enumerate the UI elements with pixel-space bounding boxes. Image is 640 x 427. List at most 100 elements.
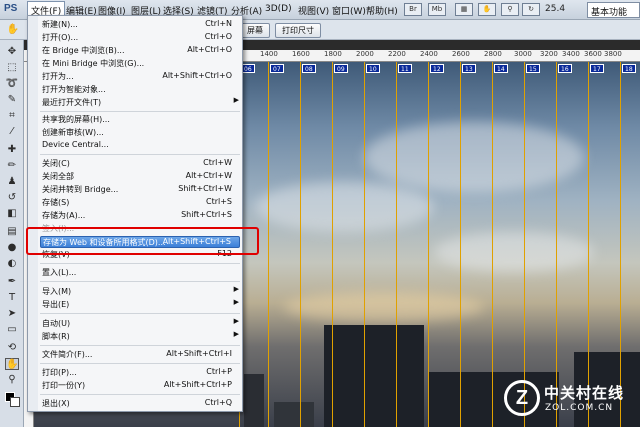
slice-label: 17 <box>590 64 604 73</box>
menu-item-device-central[interactable]: Device Central... <box>40 140 240 152</box>
lasso-tool-icon[interactable]: ➰ <box>5 78 19 90</box>
submenu-arrow-icon: ▶ <box>233 330 239 338</box>
eyedropper-icon[interactable]: ⁄ <box>5 126 19 138</box>
quick-select-icon[interactable]: ✎ <box>5 94 19 106</box>
menu-help[interactable]: 帮助(H) <box>366 4 398 17</box>
menu-view[interactable]: 视图(V) <box>298 4 329 17</box>
photoshop-logo: PS <box>4 3 18 14</box>
ruler-label: 3600 <box>584 50 602 58</box>
menu-item-browse-mini-bridge[interactable]: 在 Mini Bridge 中浏览(G)... <box>40 58 240 70</box>
menu-item-new[interactable]: 新建(N)... Ctrl+N <box>40 19 240 31</box>
crop-tool-icon[interactable]: ⌗ <box>5 110 19 122</box>
watermark-en: ZOL.COM.CN <box>545 403 614 413</box>
zol-watermark: Z 中关村在线 ZOL.COM.CN <box>500 378 635 424</box>
blur-tool-icon[interactable]: ● <box>5 242 19 254</box>
slice-label: 18 <box>622 64 636 73</box>
menu-item-close-go-bridge[interactable]: 关闭并转到 Bridge... Shift+Ctrl+W <box>40 184 240 196</box>
submenu-arrow-icon: ▶ <box>233 298 239 306</box>
slice-label: 16 <box>558 64 572 73</box>
ruler-label: 2600 <box>452 50 470 58</box>
slice-label: 06 <box>241 64 255 73</box>
ruler-label: 2200 <box>388 50 406 58</box>
menu-item-save-as[interactable]: 存储为(A)... Shift+Ctrl+S <box>40 210 240 222</box>
arrange-icon[interactable]: ▦ <box>455 3 473 16</box>
menu-item-automate[interactable]: 自动(U) ▶ <box>40 317 240 330</box>
ruler-label: 2000 <box>356 50 374 58</box>
slice-label: 11 <box>398 64 412 73</box>
ruler-label: 3000 <box>514 50 532 58</box>
highlight-annotation-box <box>26 227 259 255</box>
pen-tool-icon[interactable]: ✒ <box>5 276 19 288</box>
menu-item-import[interactable]: 导入(M) ▶ <box>40 285 240 298</box>
menu-item-recent-files[interactable]: 最近打开文件(T) ▶ <box>40 96 240 109</box>
workspace-switcher[interactable]: 基本功能 <box>587 2 640 18</box>
tools-panel: ✥ ⬚ ➰ ✎ ⌗ ⁄ ✚ ✏ ♟ ↺ ◧ ▤ ● ◐ ✒ T ➤ ▭ ⟲ ✋ … <box>0 40 24 427</box>
fit-screen-button[interactable]: 屏幕 <box>240 23 270 38</box>
menu-item-create-review[interactable]: 创建新审核(W)... <box>40 127 240 139</box>
hand-tool-icon: ✋ <box>6 24 20 35</box>
slice-label: 12 <box>430 64 444 73</box>
submenu-arrow-icon: ▶ <box>233 285 239 293</box>
menu-item-print[interactable]: 打印(P)... Ctrl+P <box>40 367 240 379</box>
ruler-label: 3800 <box>604 50 622 58</box>
hand-tool-active-icon[interactable]: ✋ <box>5 358 19 370</box>
bridge-icon[interactable]: Br <box>404 3 422 16</box>
brush-tool-icon[interactable]: ✏ <box>5 160 19 172</box>
menu-item-print-one-copy[interactable]: 打印一份(Y) Alt+Shift+Ctrl+P <box>40 380 240 392</box>
ruler-label: 2400 <box>420 50 438 58</box>
watermark-cn: 中关村在线 <box>544 384 625 402</box>
ruler-label: 3400 <box>562 50 580 58</box>
slice-label: 09 <box>334 64 348 73</box>
path-select-icon[interactable]: ➤ <box>5 308 19 320</box>
menu-item-open-as[interactable]: 打开为... Alt+Shift+Ctrl+O <box>40 71 240 83</box>
zoom-level[interactable]: 25.4 <box>545 4 565 14</box>
menu-window[interactable]: 窗口(W) <box>332 4 366 17</box>
slice-label: 07 <box>270 64 284 73</box>
rotate-icon[interactable]: ↻ <box>522 3 540 16</box>
move-tool-icon[interactable]: ✥ <box>5 46 19 58</box>
dodge-tool-icon[interactable]: ◐ <box>5 258 19 270</box>
hand-icon[interactable]: ✋ <box>478 3 496 16</box>
mini-bridge-icon[interactable]: Mb <box>428 3 446 16</box>
print-size-button[interactable]: 打印尺寸 <box>275 23 321 38</box>
slice-label: 14 <box>494 64 508 73</box>
ruler-label: 1400 <box>260 50 278 58</box>
healing-brush-icon[interactable]: ✚ <box>5 144 19 156</box>
marquee-tool-icon[interactable]: ⬚ <box>5 62 19 74</box>
submenu-arrow-icon: ▶ <box>233 317 239 325</box>
menu-item-close[interactable]: 关闭(C) Ctrl+W <box>40 158 240 170</box>
ruler-label: 1600 <box>292 50 310 58</box>
menu-item-place[interactable]: 置入(L)... <box>40 267 240 279</box>
type-tool-icon[interactable]: T <box>5 292 19 304</box>
menu-item-share-screen[interactable]: 共享我的屏幕(H)... <box>40 114 240 126</box>
menu-item-scripts[interactable]: 脚本(R) ▶ <box>40 330 240 343</box>
menu-3d[interactable]: 3D(D) <box>265 4 292 14</box>
background-color-swatch[interactable] <box>10 397 20 407</box>
menu-item-exit[interactable]: 退出(X) Ctrl+Q <box>40 398 240 410</box>
stamp-tool-icon[interactable]: ♟ <box>5 176 19 188</box>
menu-item-save[interactable]: 存储(S) Ctrl+S <box>40 197 240 209</box>
ruler-label: 2800 <box>484 50 502 58</box>
slice-label: 15 <box>526 64 540 73</box>
menu-item-browse-bridge[interactable]: 在 Bridge 中浏览(B)... Alt+Ctrl+O <box>40 45 240 57</box>
menu-item-close-all[interactable]: 关闭全部 Alt+Ctrl+W <box>40 171 240 183</box>
menu-item-open-as-smart-object[interactable]: 打开为智能对象... <box>40 84 240 96</box>
menu-item-file-info[interactable]: 文件简介(F)... Alt+Shift+Ctrl+I <box>40 349 240 361</box>
gradient-tool-icon[interactable]: ▤ <box>5 226 19 238</box>
ruler-label: 1800 <box>324 50 342 58</box>
zol-logo-icon: Z <box>504 380 540 416</box>
zoom-icon[interactable]: ⚲ <box>501 3 519 16</box>
zoom-tool-icon[interactable]: ⚲ <box>5 374 19 386</box>
file-menu-dropdown: 新建(N)... Ctrl+N 打开(O)... Ctrl+O 在 Bridge 中… <box>27 15 243 412</box>
menu-item-export[interactable]: 导出(E) ▶ <box>40 298 240 311</box>
submenu-arrow-icon: ▶ <box>233 96 239 104</box>
eraser-tool-icon[interactable]: ◧ <box>5 208 19 220</box>
menu-item-open[interactable]: 打开(O)... Ctrl+O <box>40 32 240 44</box>
slice-label: 10 <box>366 64 380 73</box>
history-brush-icon[interactable]: ↺ <box>5 192 19 204</box>
3d-rotate-icon[interactable]: ⟲ <box>5 342 19 354</box>
shape-tool-icon[interactable]: ▭ <box>5 324 19 336</box>
slice-label: 08 <box>302 64 316 73</box>
ruler-label: 3200 <box>540 50 558 58</box>
slice-label: 13 <box>462 64 476 73</box>
